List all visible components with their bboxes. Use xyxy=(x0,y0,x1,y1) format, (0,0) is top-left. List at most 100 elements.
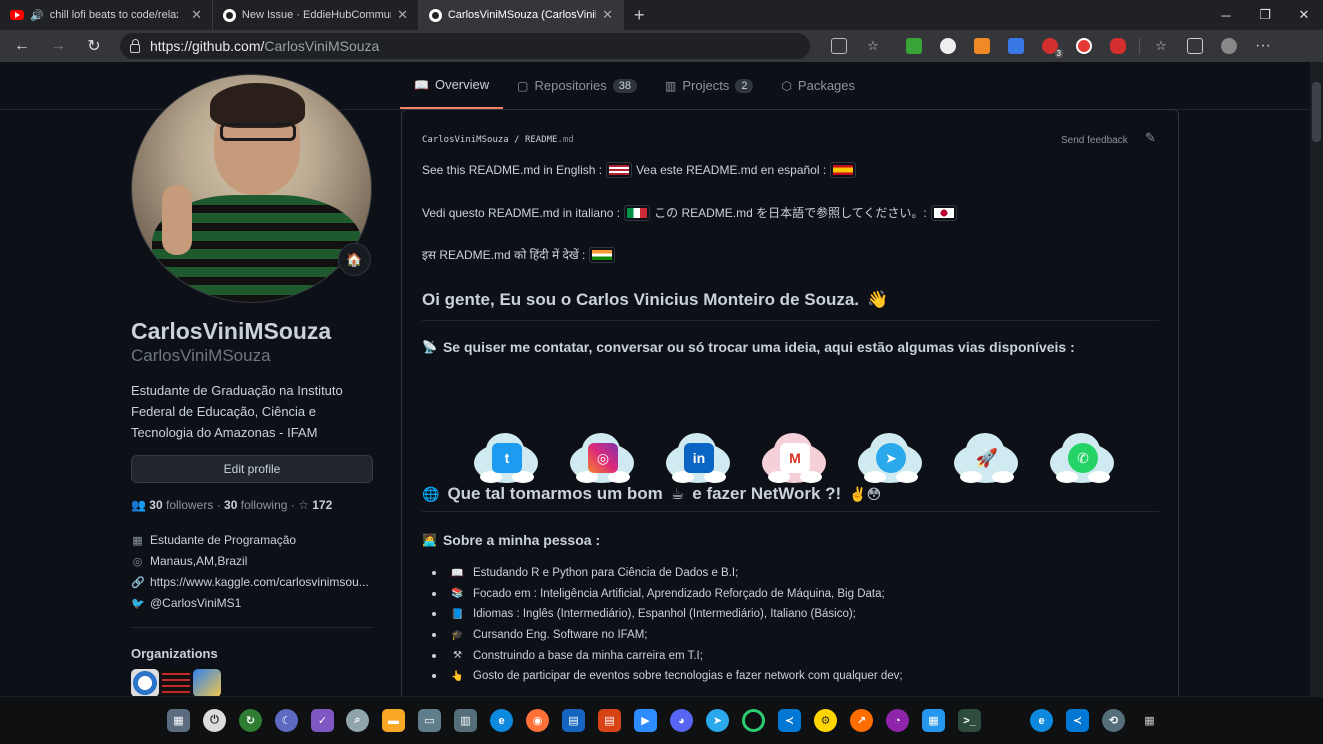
send-feedback-link[interactable]: Send feedback xyxy=(1061,135,1128,146)
extensions-area: ☆ 3 ☆ ··· xyxy=(822,38,1280,58)
page-scrollbar[interactable] xyxy=(1310,62,1323,696)
more-icon[interactable]: ··· xyxy=(1255,38,1271,54)
postman-icon[interactable]: ↗ xyxy=(850,709,873,732)
avatar-photo-hair xyxy=(210,83,305,128)
tab-overview[interactable]: 📖 Overview xyxy=(400,62,504,109)
flag-jp-icon[interactable] xyxy=(930,204,957,221)
collections-icon[interactable] xyxy=(1187,38,1203,54)
monitor-icon[interactable]: ▭ xyxy=(418,709,441,732)
edge-icon[interactable]: e xyxy=(490,709,513,732)
instagram-link-button[interactable]: ◎ xyxy=(566,429,638,491)
start-menu-icon[interactable]: ▦ xyxy=(167,709,190,732)
qr-icon[interactable] xyxy=(831,38,847,54)
check-extension-icon[interactable] xyxy=(906,38,922,54)
org-avatar[interactable] xyxy=(162,669,190,696)
minimize-icon[interactable]: ─ xyxy=(1207,0,1245,30)
settings-icon[interactable]: ⚙ xyxy=(814,709,837,732)
website-link[interactable]: https://www.kaggle.com/carlosvinimsou... xyxy=(150,575,369,589)
zoom-icon[interactable]: ▶ xyxy=(634,709,657,732)
restore-icon[interactable]: ❐ xyxy=(1246,0,1284,30)
org-avatar[interactable] xyxy=(131,669,159,696)
shield-extension-icon[interactable] xyxy=(1110,38,1126,54)
moon-icon[interactable]: ☾ xyxy=(275,709,298,732)
firefox-icon[interactable]: ◉ xyxy=(526,709,549,732)
presentation-icon[interactable]: ▤ xyxy=(598,709,621,732)
gmail-link-button[interactable]: M xyxy=(758,429,830,491)
tab-projects[interactable]: ▥ Projects 2 xyxy=(651,62,767,109)
tab-packages[interactable]: ⬡ Packages xyxy=(767,62,869,109)
profile-twitter[interactable]: 🐦 @CarlosViniMS1 xyxy=(131,596,241,610)
flag-es-icon[interactable] xyxy=(830,162,857,178)
refresh-app-icon[interactable]: ↻ xyxy=(239,709,262,732)
tasks-icon[interactable]: ✓ xyxy=(311,709,334,732)
status-emoji-button[interactable]: 🏠 xyxy=(338,243,371,276)
readme-about-heading: 🧑‍💻 Sobre a minha pessoa : xyxy=(422,532,600,548)
power-icon[interactable]: ⏻ xyxy=(203,709,226,732)
following-label[interactable]: following xyxy=(241,498,288,512)
network-status-icon[interactable]: ▦ xyxy=(1138,709,1161,732)
edit-profile-button[interactable]: Edit profile xyxy=(131,455,373,483)
folder-icon[interactable]: ▬ xyxy=(382,709,405,732)
lock-icon[interactable] xyxy=(130,38,140,53)
add-favorite-icon[interactable]: ☆ xyxy=(865,38,881,54)
browser-tab-youtube[interactable]: 🔊 chill lofi beats to code/relax ✕ xyxy=(0,0,213,30)
reload-icon[interactable]: ↻ xyxy=(76,36,112,56)
readme-path-user[interactable]: CarlosViniMSouza xyxy=(422,135,509,145)
edge-icon[interactable]: e xyxy=(1030,709,1053,732)
followers-count[interactable]: 30 xyxy=(149,498,162,512)
telegram-link-button[interactable]: ➤ xyxy=(854,429,926,491)
terminal-icon[interactable]: >_ xyxy=(958,709,981,732)
discord-icon[interactable]: ◕ xyxy=(670,709,693,732)
trash-icon[interactable]: ▥ xyxy=(454,709,477,732)
browser-tab-profile[interactable]: CarlosViniMSouza (CarlosViniMS ✕ xyxy=(419,0,624,30)
twitter-link-button[interactable]: t xyxy=(470,429,542,491)
favorites-icon[interactable]: ☆ xyxy=(1153,38,1169,54)
new-tab-button[interactable]: + xyxy=(624,0,655,30)
close-icon[interactable]: ✕ xyxy=(397,7,408,23)
search-icon[interactable]: ⌕ xyxy=(346,709,369,732)
flag-us-icon[interactable] xyxy=(606,162,633,178)
avatar[interactable] xyxy=(131,74,372,303)
red-extension-icon[interactable]: 3 xyxy=(1042,38,1063,58)
speaker-icon[interactable]: 🔊 xyxy=(30,9,44,22)
profile-avatar-icon[interactable] xyxy=(1221,38,1237,54)
flag-it-icon[interactable] xyxy=(624,204,651,221)
linkedin-link-button[interactable]: in xyxy=(662,429,734,491)
url-input[interactable]: https://github.com/CarlosViniMSouza xyxy=(120,33,810,59)
sync-icon[interactable]: ⟲ xyxy=(1102,709,1125,732)
vscode-icon[interactable]: ≺ xyxy=(1066,709,1089,732)
tab-repositories[interactable]: ▢ Repositories 38 xyxy=(503,62,651,109)
readme-path-file[interactable]: README xyxy=(525,135,558,145)
followers-label[interactable]: followers xyxy=(166,498,213,512)
twitter-link[interactable]: @CarlosViniMS1 xyxy=(150,596,241,610)
close-icon[interactable]: ✕ xyxy=(191,7,202,23)
browser-tab-new-issue[interactable]: New Issue · EddieHubCommunit ✕ xyxy=(213,0,419,30)
about-list: 📖 Estudando R e Python para Ciência de Da… xyxy=(432,563,902,687)
circle-extension-icon[interactable] xyxy=(940,38,956,54)
translate-extension-icon[interactable] xyxy=(1008,38,1024,54)
document-icon[interactable]: ▤ xyxy=(562,709,585,732)
repo-icon: ▢ xyxy=(517,78,529,93)
website-link-button[interactable]: 🚀 xyxy=(950,429,1022,491)
scrollbar-thumb[interactable] xyxy=(1312,82,1321,142)
readlater-extension-icon[interactable] xyxy=(1076,38,1092,54)
docker-icon[interactable]: ▦ xyxy=(922,709,945,732)
following-count[interactable]: 30 xyxy=(224,498,237,512)
forward-icon[interactable]: → xyxy=(40,37,76,55)
close-icon[interactable]: ✕ xyxy=(602,7,613,23)
tab-label: Repositories xyxy=(534,78,607,93)
profile-website[interactable]: 🔗 https://www.kaggle.com/carlosvinimsou.… xyxy=(131,575,369,589)
github-desktop-icon[interactable]: ◔ xyxy=(886,709,909,732)
org-avatar[interactable] xyxy=(193,669,221,696)
loading-app-icon[interactable] xyxy=(742,709,765,732)
back-icon[interactable]: ← xyxy=(4,37,40,55)
orange-extension-icon[interactable] xyxy=(974,38,990,54)
stars-count[interactable]: 172 xyxy=(312,498,332,512)
extension-badge: 3 xyxy=(1054,49,1063,58)
telegram-app-icon[interactable]: ➤ xyxy=(706,709,729,732)
flag-in-icon[interactable] xyxy=(589,246,616,263)
vscode-icon[interactable]: ≺ xyxy=(778,709,801,732)
close-window-icon[interactable]: ✕ xyxy=(1285,0,1323,30)
whatsapp-link-button[interactable]: ✆ xyxy=(1046,429,1118,491)
pencil-icon[interactable]: ✎ xyxy=(1145,130,1156,146)
